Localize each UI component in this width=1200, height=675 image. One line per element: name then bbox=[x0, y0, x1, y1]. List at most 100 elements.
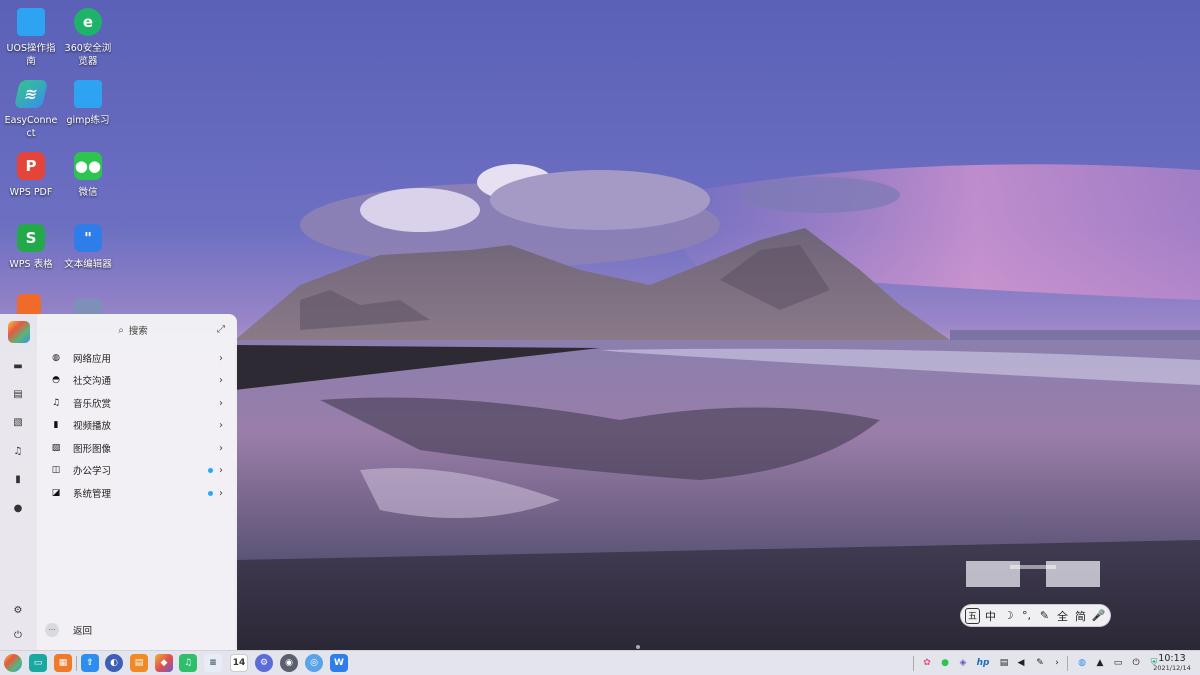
punctuation-icon[interactable]: °, bbox=[1019, 608, 1034, 624]
wps-sheet-icon: S bbox=[17, 224, 45, 252]
folder-icon bbox=[17, 8, 45, 36]
launcher-main-panel: ⌕ 搜索 ⤢ ◍ 网络应用 › ◓ 社交沟通 › ♫ 音乐欣赏 › ▮ 视频播放… bbox=[37, 314, 237, 650]
desktop-icon-partial[interactable] bbox=[74, 299, 102, 314]
app-grid-icon[interactable]: ▦ bbox=[54, 654, 72, 672]
browser-360-icon: e bbox=[74, 8, 102, 36]
chevron-right-icon[interactable]: › bbox=[1050, 656, 1064, 670]
system-icon: ◪ bbox=[51, 488, 61, 498]
picture-icon[interactable]: ▧ bbox=[8, 412, 28, 432]
new-app-indicator bbox=[208, 467, 213, 473]
launcher-category-graphics[interactable]: ▧ 图形图像 › bbox=[43, 438, 231, 458]
chevron-right-icon: › bbox=[219, 487, 223, 499]
category-label: 办公学习 bbox=[73, 466, 112, 477]
globe-icon: ◍ bbox=[52, 353, 60, 363]
browser-360-icon[interactable]: ◎ bbox=[305, 654, 323, 672]
easyconnect-icon: ≋ bbox=[14, 80, 48, 108]
ime-toolbar: 五 中 ☽ °, ✎ 全 简 🎤 bbox=[960, 604, 1111, 627]
chevron-right-icon: › bbox=[219, 352, 223, 364]
launcher-category-network[interactable]: ◍ 网络应用 › bbox=[43, 348, 231, 368]
music-icon[interactable]: ♫ bbox=[8, 441, 28, 461]
folder-icon bbox=[74, 80, 102, 108]
taskbar-clock[interactable]: 10:13 2021/12/14 bbox=[1150, 653, 1194, 673]
desktop-icon-uos-guide[interactable]: UOS操作指南 bbox=[0, 4, 62, 68]
back-label: 返回 bbox=[73, 626, 93, 637]
computer-icon[interactable]: ▬ bbox=[8, 356, 28, 376]
ime-wubi-button[interactable]: 五 bbox=[965, 607, 980, 624]
microphone-icon[interactable]: 🎤 bbox=[1091, 608, 1106, 624]
tray-app-icon[interactable]: ◈ bbox=[956, 656, 970, 670]
document-icon[interactable]: ▤ bbox=[8, 384, 28, 404]
tray-app-icon[interactable]: ✿ bbox=[920, 656, 934, 670]
category-label: 系统管理 bbox=[73, 489, 112, 500]
calendar-icon[interactable]: 14 bbox=[230, 654, 248, 672]
control-center-icon[interactable]: ⚙ bbox=[255, 654, 273, 672]
desktop-icon-label: UOS操作指南 bbox=[6, 43, 56, 67]
more-dots-icon: ··· bbox=[45, 623, 59, 637]
launcher-category-video[interactable]: ▮ 视频播放 › bbox=[43, 415, 231, 435]
launcher-category-system[interactable]: ◪ 系统管理 › bbox=[43, 483, 231, 503]
music-note-icon: ♫ bbox=[51, 398, 61, 408]
chevron-right-icon: › bbox=[219, 442, 223, 454]
power-icon[interactable]: ⏻ bbox=[1129, 656, 1143, 670]
wechat-tray-icon[interactable]: ● bbox=[938, 656, 952, 670]
desktop-icon-label: 微信 bbox=[78, 187, 98, 198]
search-placeholder: 搜索 bbox=[128, 326, 148, 337]
moon-icon[interactable]: ☽ bbox=[1001, 608, 1016, 624]
pen-icon[interactable]: ✎ bbox=[1037, 608, 1052, 624]
desktop-icon-label: WPS PDF bbox=[9, 187, 53, 198]
notification-bell-icon[interactable]: ▲ bbox=[1093, 656, 1107, 670]
launcher-button[interactable] bbox=[4, 654, 22, 672]
clock-time: 10:13 bbox=[1158, 653, 1186, 664]
film-icon: ▮ bbox=[53, 420, 59, 430]
launcher-logo[interactable] bbox=[8, 321, 30, 343]
desktop-icon-wechat[interactable]: ●● 微信 bbox=[57, 148, 119, 199]
app-launcher: ▬ ▤ ▧ ♫ ▮ ● ⚙ ⏻ ⌕ 搜索 ⤢ ◍ 网络应用 › ◓ 社交沟通 ›… bbox=[0, 314, 237, 650]
category-label: 音乐欣赏 bbox=[73, 399, 112, 410]
desktop-icon-label: WPS 表格 bbox=[9, 259, 53, 270]
text-editor-icon[interactable]: ≡ bbox=[204, 654, 222, 672]
desktop-icon-text-editor[interactable]: " 文本编辑器 bbox=[57, 220, 119, 271]
ime-ghost-panel bbox=[966, 561, 1100, 587]
ime-fullwidth-button[interactable]: 全 bbox=[1055, 608, 1070, 624]
image-icon: ▧ bbox=[51, 443, 61, 453]
launcher-category-music[interactable]: ♫ 音乐欣赏 › bbox=[43, 393, 231, 413]
screenshot-pen-icon[interactable]: ✎ bbox=[1033, 656, 1047, 670]
printer-icon[interactable]: ▤ bbox=[997, 656, 1011, 670]
network-globe-icon[interactable]: ◍ bbox=[1075, 656, 1089, 670]
wps-writer-icon[interactable]: W bbox=[330, 654, 348, 672]
launcher-category-social[interactable]: ◓ 社交沟通 › bbox=[43, 370, 231, 390]
settings-icon[interactable]: ⚙ bbox=[8, 600, 28, 620]
desktop-icon-easyconnect[interactable]: ≋ EasyConnect bbox=[0, 76, 62, 140]
ime-chinese-mode-button[interactable]: 中 bbox=[983, 608, 998, 624]
desktop-icon-gimp-practice[interactable]: gimp练习 bbox=[57, 76, 119, 127]
browser-icon[interactable]: ◐ bbox=[105, 654, 123, 672]
launcher-back-button[interactable]: ··· 返回 bbox=[45, 620, 92, 640]
download-icon[interactable]: ● bbox=[8, 498, 28, 518]
taskbar: ▭ ▦ ⇧ ◐ ▤ ◆ ♫ ≡ 14 ⚙ ◉ ◎ W ✿ ● ◈ hp ▤ ◀ … bbox=[0, 650, 1200, 675]
music-player-icon[interactable]: ♫ bbox=[179, 654, 197, 672]
office-icon: ◫ bbox=[51, 465, 61, 475]
desktop-icon-partial[interactable] bbox=[17, 294, 41, 314]
taskbar-separator bbox=[913, 656, 914, 671]
camera-icon[interactable]: ◉ bbox=[280, 654, 298, 672]
desktop-icon-360-browser[interactable]: e 360安全浏览器 bbox=[57, 4, 119, 68]
multitask-view-icon[interactable]: ▭ bbox=[29, 654, 47, 672]
app-store-icon[interactable]: ⇧ bbox=[81, 654, 99, 672]
video-icon[interactable]: ▮ bbox=[8, 469, 28, 489]
desktop-icon-wps-pdf[interactable]: P WPS PDF bbox=[0, 148, 62, 199]
launcher-category-office[interactable]: ◫ 办公学习 › bbox=[43, 460, 231, 480]
launcher-search-input[interactable]: ⌕ 搜索 bbox=[77, 320, 189, 340]
desktop-icon-label: 360安全浏览器 bbox=[64, 43, 112, 67]
display-icon[interactable]: ▭ bbox=[1111, 656, 1125, 670]
desktop-icon-wps-sheet[interactable]: S WPS 表格 bbox=[0, 220, 62, 271]
ime-simplified-button[interactable]: 简 bbox=[1073, 608, 1088, 624]
category-label: 社交沟通 bbox=[73, 376, 112, 387]
desktop-icon-label: gimp练习 bbox=[66, 115, 110, 126]
category-label: 图形图像 bbox=[73, 444, 112, 455]
fullscreen-toggle-icon[interactable]: ⤢ bbox=[215, 324, 227, 336]
volume-icon[interactable]: ◀ bbox=[1014, 656, 1028, 670]
power-icon[interactable]: ⏻ bbox=[8, 625, 28, 645]
photos-icon[interactable]: ◆ bbox=[155, 654, 173, 672]
hp-printer-icon[interactable]: hp bbox=[976, 656, 990, 670]
calendar-app-icon[interactable]: ▤ bbox=[130, 654, 148, 672]
